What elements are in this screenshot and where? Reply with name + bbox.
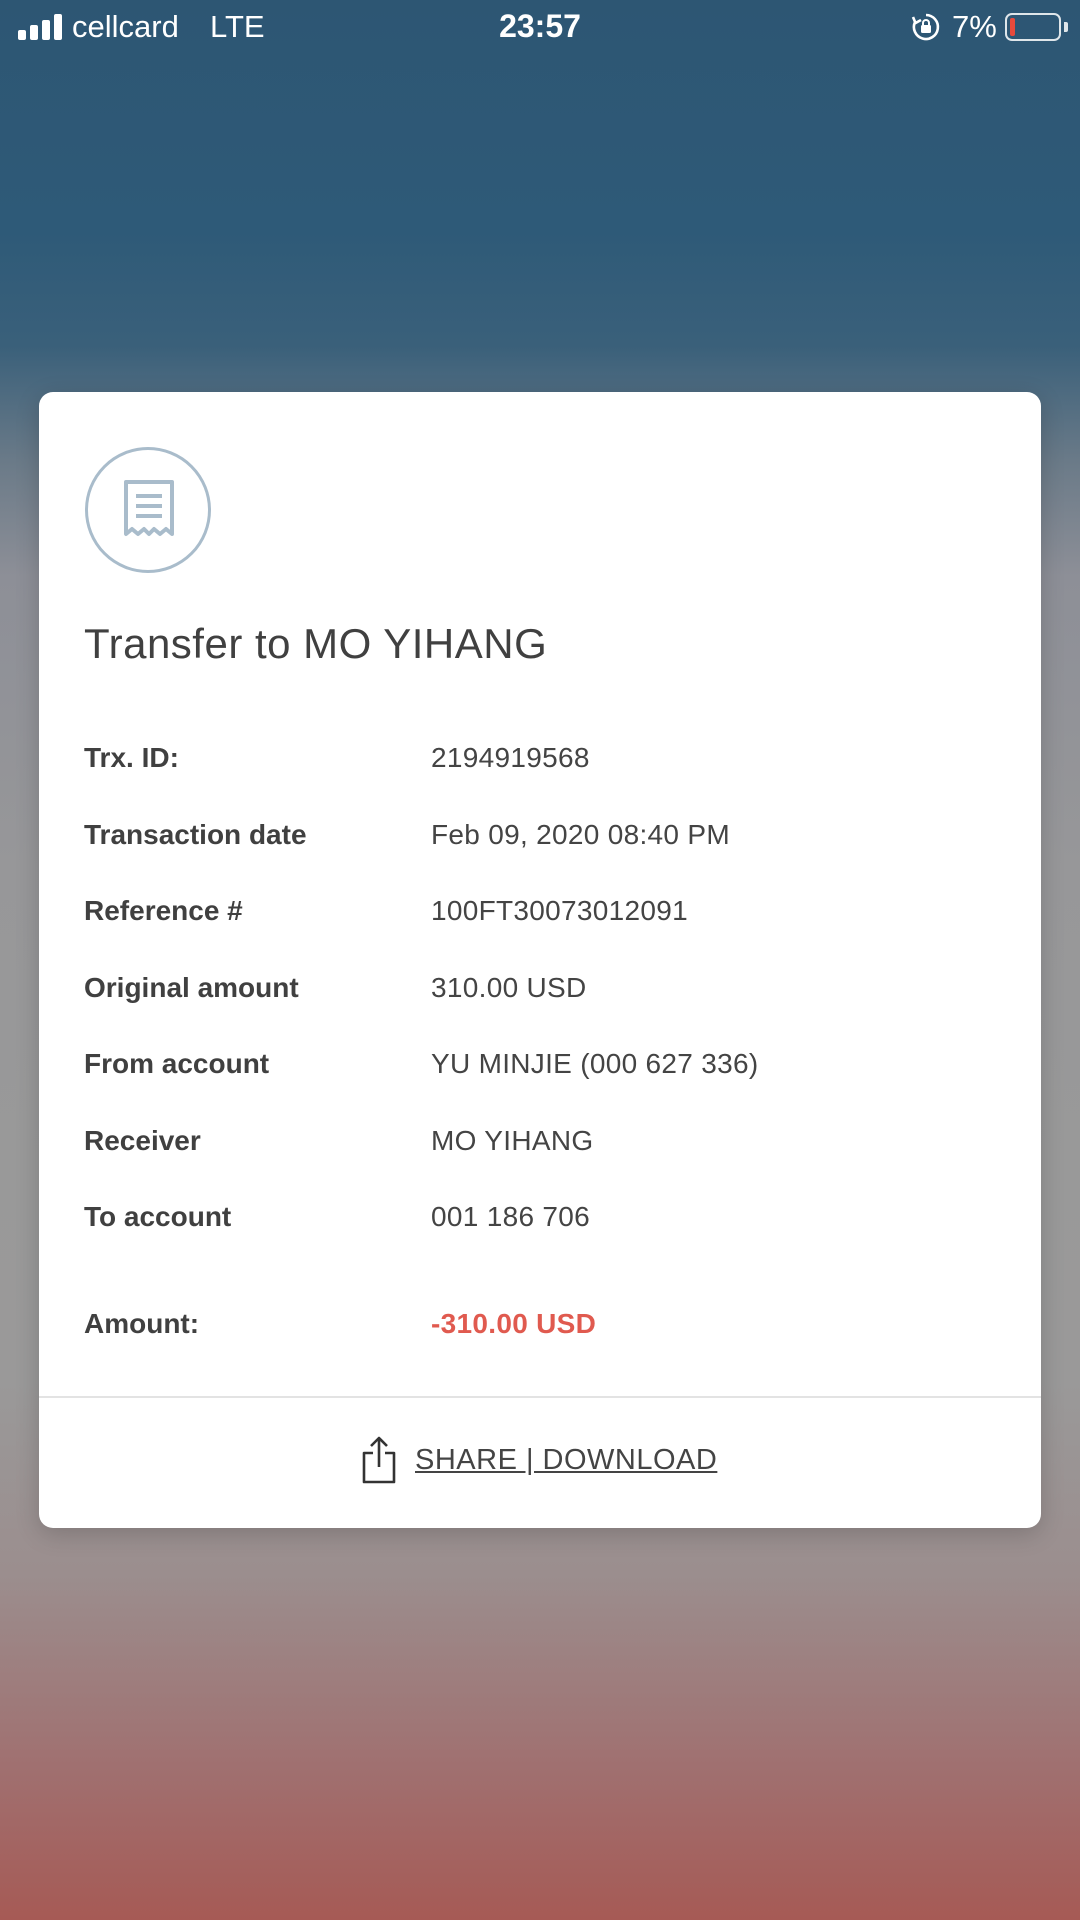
detail-value: 310.00 USD: [431, 972, 587, 1003]
detail-value: 001 186 706: [431, 1201, 591, 1232]
detail-row-reference: Reference # 100FT30073012091: [84, 895, 1004, 935]
rotation-lock-icon: [911, 12, 941, 42]
amount-value: -310.00 USD: [431, 1308, 597, 1339]
battery-tip: [1064, 22, 1068, 32]
battery-percent: 7%: [952, 9, 997, 44]
detail-label: To account: [84, 1201, 232, 1232]
detail-row-original-amount: Original amount 310.00 USD: [84, 972, 1004, 1012]
detail-label: From account: [84, 1048, 270, 1079]
detail-label: Reference #: [84, 895, 243, 926]
transfer-receipt-card: Transfer to MO YIHANG Trx. ID: 219491956…: [39, 392, 1041, 1528]
detail-row-transaction-date: Transaction date Feb 09, 2020 08:40 PM: [84, 819, 1004, 859]
detail-label: Transaction date: [84, 819, 307, 850]
detail-label: Receiver: [84, 1125, 201, 1156]
divider: [39, 1396, 1041, 1398]
detail-value: MO YIHANG: [431, 1125, 594, 1156]
battery-icon: [1005, 13, 1061, 41]
receipt-title: Transfer to MO YIHANG: [84, 620, 548, 667]
status-bar: cellcard LTE 23:57 7%: [0, 0, 1080, 56]
detail-label: Trx. ID:: [84, 742, 179, 773]
share-download-label[interactable]: SHARE | DOWNLOAD: [415, 1444, 717, 1477]
detail-row-to-account: To account 001 186 706: [84, 1201, 1004, 1241]
detail-row-from-account: From account YU MINJIE (000 627 336): [84, 1048, 1004, 1088]
detail-row-trx-id: Trx. ID: 2194919568: [84, 742, 1004, 782]
detail-row-receiver: Receiver MO YIHANG: [84, 1125, 1004, 1165]
detail-value: YU MINJIE (000 627 336): [431, 1048, 759, 1079]
share-icon: [362, 1436, 396, 1484]
share-download-button[interactable]: SHARE | DOWNLOAD: [359, 1432, 717, 1488]
detail-value: 100FT30073012091: [431, 895, 689, 926]
detail-label: Original amount: [84, 972, 299, 1003]
receipt-icon: [85, 447, 211, 573]
amount-label: Amount:: [84, 1308, 200, 1339]
detail-value: 2194919568: [431, 742, 590, 773]
detail-value: Feb 09, 2020 08:40 PM: [431, 819, 730, 850]
amount-row: Amount: -310.00 USD: [84, 1308, 1004, 1348]
